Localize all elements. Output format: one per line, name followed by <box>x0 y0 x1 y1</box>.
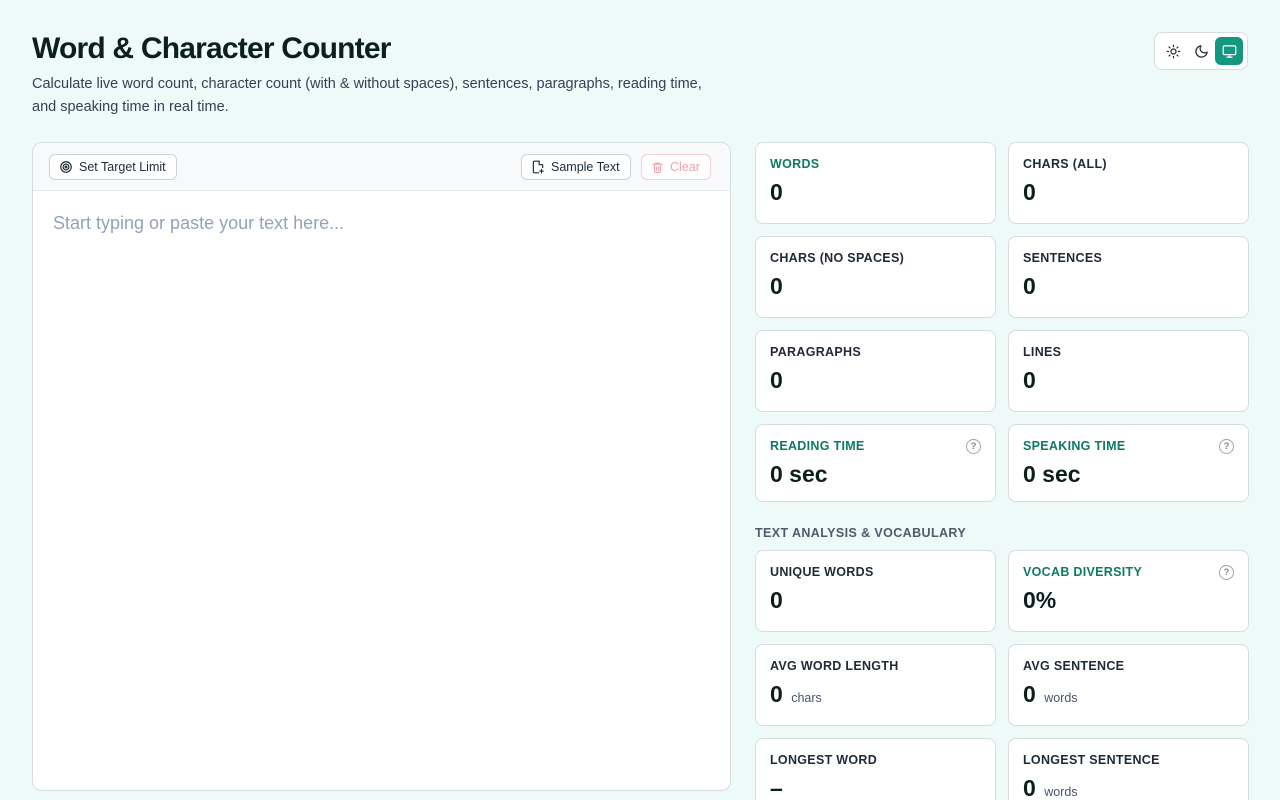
stat-value: 0 words <box>1023 681 1078 708</box>
stat-label: SPEAKING TIME <box>1023 439 1126 453</box>
sample-text-button[interactable]: Sample Text <box>521 154 631 180</box>
target-icon <box>60 161 72 173</box>
moon-icon <box>1194 44 1208 58</box>
stat-value: 0 sec <box>770 461 828 487</box>
stat-label: LONGEST SENTENCE <box>1023 753 1160 767</box>
help-icon[interactable]: ? <box>966 439 981 454</box>
page-title: Word & Character Counter <box>32 32 391 65</box>
stat-card-vocab-diversity: VOCAB DIVERSITY ? 0% <box>1008 550 1249 632</box>
stat-number: 0 <box>770 681 783 707</box>
help-icon[interactable]: ? <box>1219 439 1234 454</box>
stat-card-longest-word: LONGEST WORD – <box>755 738 996 800</box>
stat-card-unique-words: UNIQUE WORDS 0 <box>755 550 996 632</box>
help-icon[interactable]: ? <box>1219 565 1234 580</box>
stat-value: 0 <box>770 179 783 205</box>
stat-value: 0 <box>770 367 783 393</box>
text-editor-panel: Set Target Limit Sample Text Clear Start… <box>32 142 731 791</box>
stat-label: AVG WORD LENGTH <box>770 659 899 673</box>
page: Word & Character Counter Calculate live … <box>0 0 1280 800</box>
theme-dark-button[interactable] <box>1187 37 1215 65</box>
stat-label: READING TIME <box>770 439 865 453</box>
stat-label: VOCAB DIVERSITY <box>1023 565 1143 579</box>
stat-unit: chars <box>791 691 822 705</box>
stat-label: WORDS <box>770 157 820 171</box>
stat-value: 0 words <box>1023 775 1078 800</box>
stat-value: 0 <box>1023 367 1036 393</box>
page-subtitle: Calculate live word count, character cou… <box>32 76 702 115</box>
clear-label: Clear <box>670 160 700 174</box>
stat-value: – <box>770 775 783 800</box>
stat-label: UNIQUE WORDS <box>770 565 874 579</box>
stat-card-paragraphs: PARAGRAPHS 0 <box>755 330 996 412</box>
theme-system-button[interactable] <box>1215 37 1243 65</box>
stat-card-chars-all: CHARS (ALL) 0 <box>1008 142 1249 224</box>
editor-toolbar: Set Target Limit Sample Text Clear <box>33 143 730 191</box>
stat-value: 0 <box>770 273 783 299</box>
stat-value: 0% <box>1023 587 1057 613</box>
stat-value: 0 chars <box>770 681 822 708</box>
stat-label: CHARS (ALL) <box>1023 157 1107 171</box>
stat-label: SENTENCES <box>1023 251 1103 265</box>
stat-card-sentences: SENTENCES 0 <box>1008 236 1249 318</box>
stat-label: LONGEST WORD <box>770 753 878 767</box>
stat-unit: words <box>1044 785 1078 799</box>
stat-card-reading-time: READING TIME ? 0 sec <box>755 424 996 502</box>
monitor-icon <box>1222 44 1236 58</box>
set-target-limit-label: Set Target Limit <box>79 160 166 174</box>
theme-toggle <box>1154 32 1248 70</box>
stat-card-speaking-time: SPEAKING TIME ? 0 sec <box>1008 424 1249 502</box>
stat-label: AVG SENTENCE <box>1023 659 1125 673</box>
stat-card-avg-word-length: AVG WORD LENGTH 0 chars <box>755 644 996 726</box>
stat-unit: words <box>1044 691 1078 705</box>
analysis-section-label: TEXT ANALYSIS & VOCABULARY <box>755 526 967 540</box>
sun-icon <box>1166 44 1180 58</box>
stat-value: 0 <box>1023 273 1036 299</box>
stat-card-avg-sentence: AVG SENTENCE 0 words <box>1008 644 1249 726</box>
stat-value: 0 sec <box>1023 461 1081 487</box>
theme-light-button[interactable] <box>1159 37 1187 65</box>
stat-card-chars-no-spaces: CHARS (NO SPACES) 0 <box>755 236 996 318</box>
stat-card-lines: LINES 0 <box>1008 330 1249 412</box>
stat-label: CHARS (NO SPACES) <box>770 251 905 265</box>
clear-button[interactable]: Clear <box>641 154 711 180</box>
stat-card-words: WORDS 0 <box>755 142 996 224</box>
stat-label: LINES <box>1023 345 1062 359</box>
trash-icon <box>652 162 663 173</box>
stat-number: 0 <box>1023 775 1036 800</box>
sample-text-label: Sample Text <box>551 160 620 174</box>
stat-label: PARAGRAPHS <box>770 345 861 359</box>
set-target-limit-button[interactable]: Set Target Limit <box>49 154 177 180</box>
stat-value: 0 <box>1023 179 1036 205</box>
stat-card-longest-sentence: LONGEST SENTENCE 0 words <box>1008 738 1249 800</box>
file-plus-icon <box>532 160 544 174</box>
stat-value: 0 <box>770 587 783 613</box>
text-input-area[interactable]: Start typing or paste your text here... <box>33 191 730 790</box>
stat-number: 0 <box>1023 681 1036 707</box>
